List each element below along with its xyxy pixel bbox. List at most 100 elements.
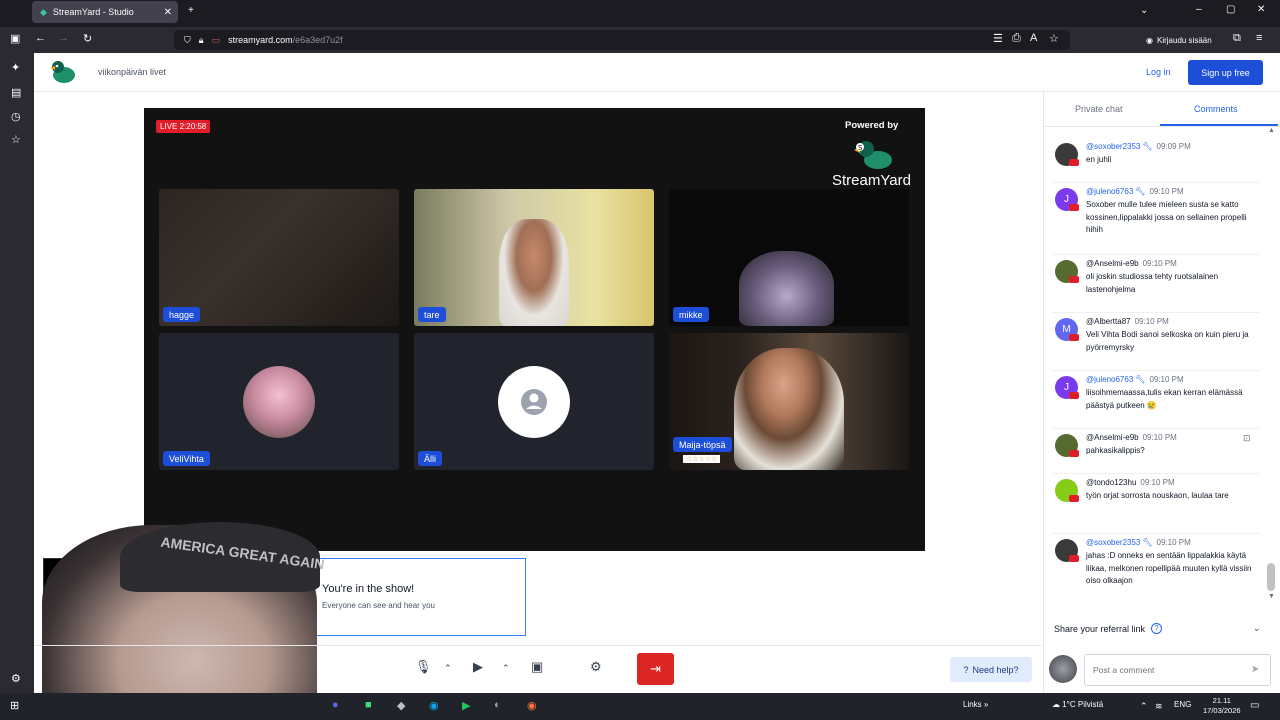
maximize-icon[interactable]: ▢: [1226, 4, 1235, 15]
streamyard-logo-icon[interactable]: [48, 58, 78, 86]
tab-comments[interactable]: Comments: [1194, 104, 1238, 114]
referral-link-row[interactable]: Share your referral link ?: [1054, 623, 1163, 634]
chat-app-icon[interactable]: ■: [365, 699, 372, 711]
camera-options-chevron-icon[interactable]: ⌃: [502, 663, 510, 674]
clock[interactable]: 21.11 17/03/2026: [1203, 696, 1241, 716]
youtube-icon: [1069, 276, 1079, 283]
comment-author[interactable]: @soxober2353: [1086, 142, 1140, 151]
browser-tab[interactable]: ◆ StreamYard - Studio ✕: [32, 1, 178, 23]
sidebar-settings-icon[interactable]: ⚙: [11, 672, 21, 685]
comment-author[interactable]: @Anselmi-e9b: [1086, 259, 1139, 268]
translate-icon[interactable]: A: [1030, 32, 1037, 44]
window-close-icon[interactable]: ✕: [1257, 4, 1265, 15]
reader-view-icon[interactable]: ☰: [993, 32, 1003, 45]
settings-gear-icon[interactable]: ⚙: [590, 659, 602, 675]
show-on-stage-icon[interactable]: ⊡: [1243, 433, 1251, 444]
participant-tile-maija[interactable]: Maija-töpsä: [669, 333, 909, 470]
moderator-wrench-icon: 🔧︎: [1135, 187, 1146, 196]
comment-divider: [1052, 473, 1260, 474]
tray-chevron-icon[interactable]: ⌃: [1140, 701, 1148, 712]
participant-name: Maija-töpsä: [673, 437, 732, 452]
comment-text: Soxober mulle tulee mieleen susta se kat…: [1086, 200, 1247, 234]
participant-tile-mikke[interactable]: mikke: [669, 189, 909, 326]
comment-header: @juleno6763 🔧︎ 09:10 PM: [1086, 187, 1184, 196]
windows-start-icon[interactable]: ⊞: [10, 699, 19, 712]
network-icon[interactable]: ≋: [1155, 701, 1163, 712]
edge-icon[interactable]: ◉: [429, 699, 439, 712]
post-comment-input[interactable]: [1084, 654, 1271, 686]
tab-list-chevron-icon[interactable]: ⌄: [1140, 5, 1148, 16]
tab-private-chat[interactable]: Private chat: [1075, 104, 1123, 114]
need-help-button[interactable]: ? Need help?: [950, 657, 1032, 682]
bookmark-star-icon[interactable]: ☆: [1049, 32, 1059, 45]
history-icon[interactable]: ◷: [11, 110, 21, 123]
mic-options-chevron-icon[interactable]: ⌃: [444, 663, 452, 674]
comment-author[interactable]: @juleno6763: [1086, 375, 1133, 384]
language-indicator[interactable]: ENG: [1174, 700, 1191, 709]
new-tab-icon[interactable]: +: [188, 5, 194, 16]
microphone-icon[interactable]: 🎙︎: [415, 659, 432, 675]
clock-date: 17/03/2026: [1203, 706, 1241, 715]
participant-tile-hagge[interactable]: hagge: [159, 189, 399, 326]
commenter-avatar: [1049, 655, 1077, 683]
minimize-icon[interactable]: –: [1196, 4, 1202, 15]
broadcast-title[interactable]: viikonpäivän livet: [98, 67, 166, 77]
comment-text: en juhli: [1086, 155, 1112, 164]
taskbar-weather[interactable]: ☁ 1°C Pilvistä: [1052, 700, 1103, 709]
steam-icon[interactable]: ◐: [494, 699, 501, 711]
comment-author[interactable]: @Albertta87: [1086, 317, 1131, 326]
comment-text: työn orjat sorrosta nouskaon, laulaa tar…: [1086, 491, 1229, 500]
login-link[interactable]: Log in: [1146, 67, 1171, 77]
send-icon[interactable]: ➤: [1251, 664, 1259, 675]
firefox-icon[interactable]: ◉: [527, 699, 537, 712]
media-player-icon[interactable]: ▶: [462, 699, 470, 712]
info-icon[interactable]: ?: [1151, 623, 1163, 634]
participant-name: hagge: [163, 307, 201, 322]
discord-icon[interactable]: ●: [332, 699, 339, 711]
chevron-down-icon[interactable]: ⌄: [1253, 623, 1261, 634]
browser-sidebar: [0, 53, 34, 693]
youtube-icon: [1069, 204, 1079, 211]
app-icon[interactable]: ◆: [397, 699, 405, 712]
screen-share-icon[interactable]: ▣: [531, 659, 543, 675]
comment-divider: [1052, 428, 1260, 429]
moderator-wrench-icon: 🔧︎: [1142, 142, 1153, 151]
camera-icon[interactable]: ▶: [473, 659, 483, 675]
notifications-icon[interactable]: ▭: [1250, 700, 1259, 711]
synced-tabs-icon[interactable]: ▤: [11, 86, 21, 99]
participant-name: tare: [418, 307, 446, 322]
youtube-icon: [1069, 555, 1079, 562]
url-host: streamyard.com: [228, 35, 293, 45]
forward-icon[interactable]: →: [58, 32, 69, 44]
taskbar-links[interactable]: Links »: [963, 700, 988, 709]
scrollbar-thumb[interactable]: [1267, 563, 1275, 591]
comment-divider: [1052, 533, 1260, 534]
comment-time: 09:10 PM: [1142, 433, 1177, 442]
scroll-up-icon[interactable]: ▲: [1268, 127, 1275, 134]
scroll-down-icon[interactable]: ▼: [1268, 593, 1275, 600]
leave-studio-button[interactable]: ⇥: [637, 653, 674, 685]
comment-divider: [1052, 254, 1260, 255]
comment-header: @tondo123hu 09:10 PM: [1086, 478, 1175, 487]
sidebar-toggle-icon[interactable]: ▣: [10, 32, 20, 45]
ai-chat-icon[interactable]: ✦: [11, 61, 20, 74]
screenshot-icon[interactable]: ⎙: [1012, 32, 1021, 45]
bookmarks-icon[interactable]: ☆: [11, 133, 21, 146]
comment-author[interactable]: @tondo123hu: [1086, 478, 1136, 487]
comment-author[interactable]: @soxober2353: [1086, 538, 1140, 547]
participant-tile-tare[interactable]: tare: [414, 189, 654, 326]
account-signin[interactable]: ◉ Kirjaudu sisään: [1146, 31, 1212, 49]
address-bar[interactable]: ⛉ 🔒︎ ▭ streamyard.com/e6a3ed7u2f: [174, 30, 1070, 50]
close-tab-icon[interactable]: ✕: [164, 7, 172, 18]
comment-author[interactable]: @juleno6763: [1086, 187, 1133, 196]
comment-author[interactable]: @Anselmi-e9b: [1086, 433, 1139, 442]
comment-divider: [1052, 182, 1260, 183]
toast-title: You're in the show!: [322, 583, 415, 595]
shield-icon: ⛉: [184, 34, 191, 45]
reload-icon[interactable]: ↻: [83, 32, 92, 45]
extensions-icon[interactable]: ⧉: [1233, 32, 1241, 45]
menu-icon[interactable]: ≡: [1256, 32, 1262, 44]
streamyard-brand-text: StreamYard: [832, 172, 911, 189]
signup-button[interactable]: Sign up free: [1188, 60, 1263, 85]
back-icon[interactable]: ←: [35, 32, 46, 44]
